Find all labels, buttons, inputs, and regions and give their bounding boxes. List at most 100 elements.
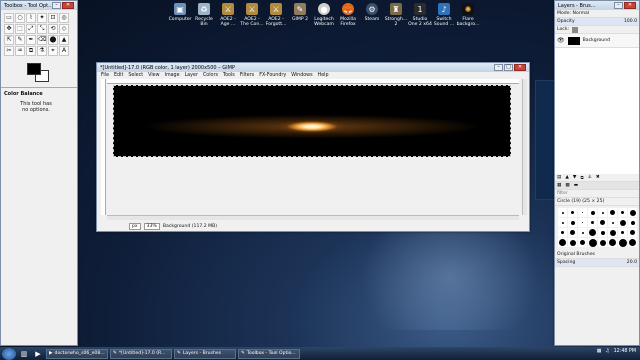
desktop-icon-aoe2[interactable]: ⚔ AOE2 - Age ... bbox=[216, 3, 240, 33]
spacing-value[interactable]: 20.0 bbox=[627, 260, 637, 265]
tool-button[interactable]: A bbox=[59, 46, 69, 56]
maximize-button[interactable]: □ bbox=[504, 64, 513, 71]
taskbar-item-gimp-image[interactable]: ✎ *[Untitled]-17.0 (R... bbox=[110, 348, 172, 359]
minimize-button[interactable]: – bbox=[494, 64, 503, 71]
brush-preview[interactable] bbox=[598, 228, 607, 237]
brush-preview[interactable] bbox=[578, 238, 587, 247]
tool-button[interactable]: ▲ bbox=[59, 35, 69, 45]
raise-layer-icon[interactable]: ▲ bbox=[565, 175, 569, 180]
image-canvas-lens-flare[interactable] bbox=[113, 85, 511, 157]
desktop-icon-recycle-bin[interactable]: ♻ Recycle Bin bbox=[192, 3, 216, 33]
volume-icon[interactable]: ♫ bbox=[605, 349, 609, 354]
new-layer-icon[interactable]: ▤ bbox=[557, 175, 561, 180]
tool-button[interactable]: ▭ bbox=[4, 13, 14, 23]
brush-preview[interactable] bbox=[588, 238, 597, 247]
menu-image[interactable]: Image bbox=[165, 73, 180, 78]
desktop-icon-aoe2-conquerors[interactable]: ⚔ AOE2 - The Con... bbox=[240, 3, 264, 33]
horizontal-scrollbar[interactable] bbox=[107, 215, 519, 220]
desktop-icon-stronghold[interactable]: ♜ Strongh... 2 bbox=[384, 3, 408, 33]
tool-button[interactable]: ⟲ bbox=[48, 24, 58, 34]
menu-tools[interactable]: Tools bbox=[223, 73, 235, 78]
spacing-row[interactable]: Spacing 20.0 bbox=[555, 259, 639, 267]
layer-row-background[interactable]: 👁 Background bbox=[555, 34, 639, 48]
patterns-tab[interactable]: ▩ bbox=[565, 183, 569, 188]
layers-titlebar[interactable]: Layers - Brus... – ✕ bbox=[555, 1, 639, 10]
brush-preview[interactable] bbox=[568, 208, 577, 217]
desktop-icon-steam[interactable]: ⚙ Steam bbox=[360, 3, 384, 33]
tool-button[interactable]: ✂ bbox=[4, 46, 14, 56]
brush-preview[interactable] bbox=[578, 228, 587, 237]
brush-preview[interactable] bbox=[618, 238, 627, 247]
desktop-icon-computer[interactable]: ▣ Computer bbox=[168, 3, 192, 33]
taskbar-item-layers[interactable]: ✎ Layers - Brushes bbox=[174, 348, 236, 359]
brushes-tab[interactable]: ▦ bbox=[557, 183, 561, 188]
brush-preview[interactable] bbox=[558, 228, 567, 237]
toolbox-titlebar[interactable]: Toolbox - Tool Opt... – ✕ bbox=[1, 1, 77, 10]
brush-preview[interactable] bbox=[558, 238, 567, 247]
tool-button[interactable]: ⇱ bbox=[4, 35, 14, 45]
brush-preview[interactable] bbox=[568, 238, 577, 247]
menu-edit[interactable]: Edit bbox=[114, 73, 123, 78]
vertical-ruler[interactable] bbox=[101, 79, 106, 215]
brush-preview[interactable] bbox=[578, 208, 587, 217]
brush-preview[interactable] bbox=[558, 218, 567, 227]
start-button[interactable] bbox=[2, 347, 16, 360]
tool-button[interactable]: ◇ bbox=[59, 24, 69, 34]
tool-button[interactable]: ⬤ bbox=[48, 35, 58, 45]
tool-button[interactable]: ⬚ bbox=[15, 24, 25, 34]
brush-preview[interactable] bbox=[628, 208, 637, 217]
desktop-icon-flare-background[interactable]: ✺ Flare backgro... bbox=[456, 3, 480, 33]
brush-preview[interactable] bbox=[618, 218, 627, 227]
tool-button[interactable]: ○ bbox=[15, 13, 25, 23]
brush-preview[interactable] bbox=[618, 228, 627, 237]
unit-select[interactable]: px bbox=[129, 222, 141, 230]
desktop-icon-switch-sound[interactable]: ♪ Switch Sound ... bbox=[432, 3, 456, 33]
menu-fx-foundry[interactable]: FX-Foundry bbox=[259, 73, 286, 78]
quick-launch-media-icon[interactable]: ▶ bbox=[32, 349, 44, 359]
brush-preview[interactable] bbox=[558, 208, 567, 217]
tool-button[interactable]: ✎ bbox=[15, 35, 25, 45]
delete-layer-icon[interactable]: ✖ bbox=[596, 175, 600, 180]
clock[interactable]: 12:48 PM bbox=[614, 349, 636, 354]
brush-preview[interactable] bbox=[618, 208, 627, 217]
lower-layer-icon[interactable]: ▼ bbox=[573, 175, 577, 180]
menu-windows[interactable]: Windows bbox=[291, 73, 312, 78]
desktop-icon-aoe2-forgotten[interactable]: ⚔ AOE2 - Forgott... bbox=[264, 3, 288, 33]
taskbar-item-toolbox[interactable]: ✎ Toolbox - Tool Optio... bbox=[238, 348, 300, 359]
brush-preview[interactable] bbox=[608, 208, 617, 217]
menu-filters[interactable]: Filters bbox=[240, 73, 254, 78]
brush-preview[interactable] bbox=[588, 218, 597, 227]
brush-preview[interactable] bbox=[568, 218, 577, 227]
brush-preview[interactable] bbox=[568, 228, 577, 237]
desktop-icon-gimp[interactable]: ✎ GIMP 2 bbox=[288, 3, 312, 33]
menu-colors[interactable]: Colors bbox=[203, 73, 218, 78]
tool-button[interactable]: ⌫ bbox=[37, 35, 47, 45]
tool-button[interactable]: ⌖ bbox=[48, 46, 58, 56]
close-button[interactable]: ✕ bbox=[624, 2, 636, 9]
taskbar-item-video[interactable]: ▶ doctorwho_s06_e08... bbox=[46, 348, 108, 359]
mode-row[interactable]: Mode: Normal bbox=[555, 10, 639, 18]
tool-button[interactable]: ⊡ bbox=[48, 13, 58, 23]
gradients-tab[interactable]: ▬ bbox=[574, 183, 578, 188]
brush-preview[interactable] bbox=[608, 218, 617, 227]
minimize-button[interactable]: – bbox=[52, 2, 61, 9]
menu-view[interactable]: View bbox=[148, 73, 159, 78]
tool-button[interactable]: ✦ bbox=[37, 13, 47, 23]
brush-filter-row[interactable]: filter bbox=[555, 190, 639, 198]
brush-preview[interactable] bbox=[628, 228, 637, 237]
desktop-icon-firefox[interactable]: 🦊 Mozilla Firefox bbox=[336, 3, 360, 33]
brush-preview[interactable] bbox=[598, 218, 607, 227]
tool-button[interactable]: ⚗ bbox=[37, 46, 47, 56]
close-button[interactable]: ✕ bbox=[514, 64, 526, 71]
opacity-value[interactable]: 100.0 bbox=[624, 19, 637, 24]
foreground-color-swatch[interactable] bbox=[27, 63, 41, 75]
tool-button[interactable]: ⧉ bbox=[26, 46, 36, 56]
vertical-scrollbar[interactable] bbox=[522, 79, 527, 215]
opacity-row[interactable]: Opacity 100.0 bbox=[555, 18, 639, 26]
close-button[interactable]: ✕ bbox=[62, 2, 74, 9]
brush-preview[interactable] bbox=[588, 208, 597, 217]
desktop-icon-webcam[interactable]: ● Logitech Webcam bbox=[312, 3, 336, 33]
quick-launch-explorer-icon[interactable]: ▥ bbox=[18, 349, 30, 359]
tool-button[interactable]: ✒ bbox=[26, 35, 36, 45]
zoom-select[interactable]: 33% bbox=[143, 222, 160, 230]
